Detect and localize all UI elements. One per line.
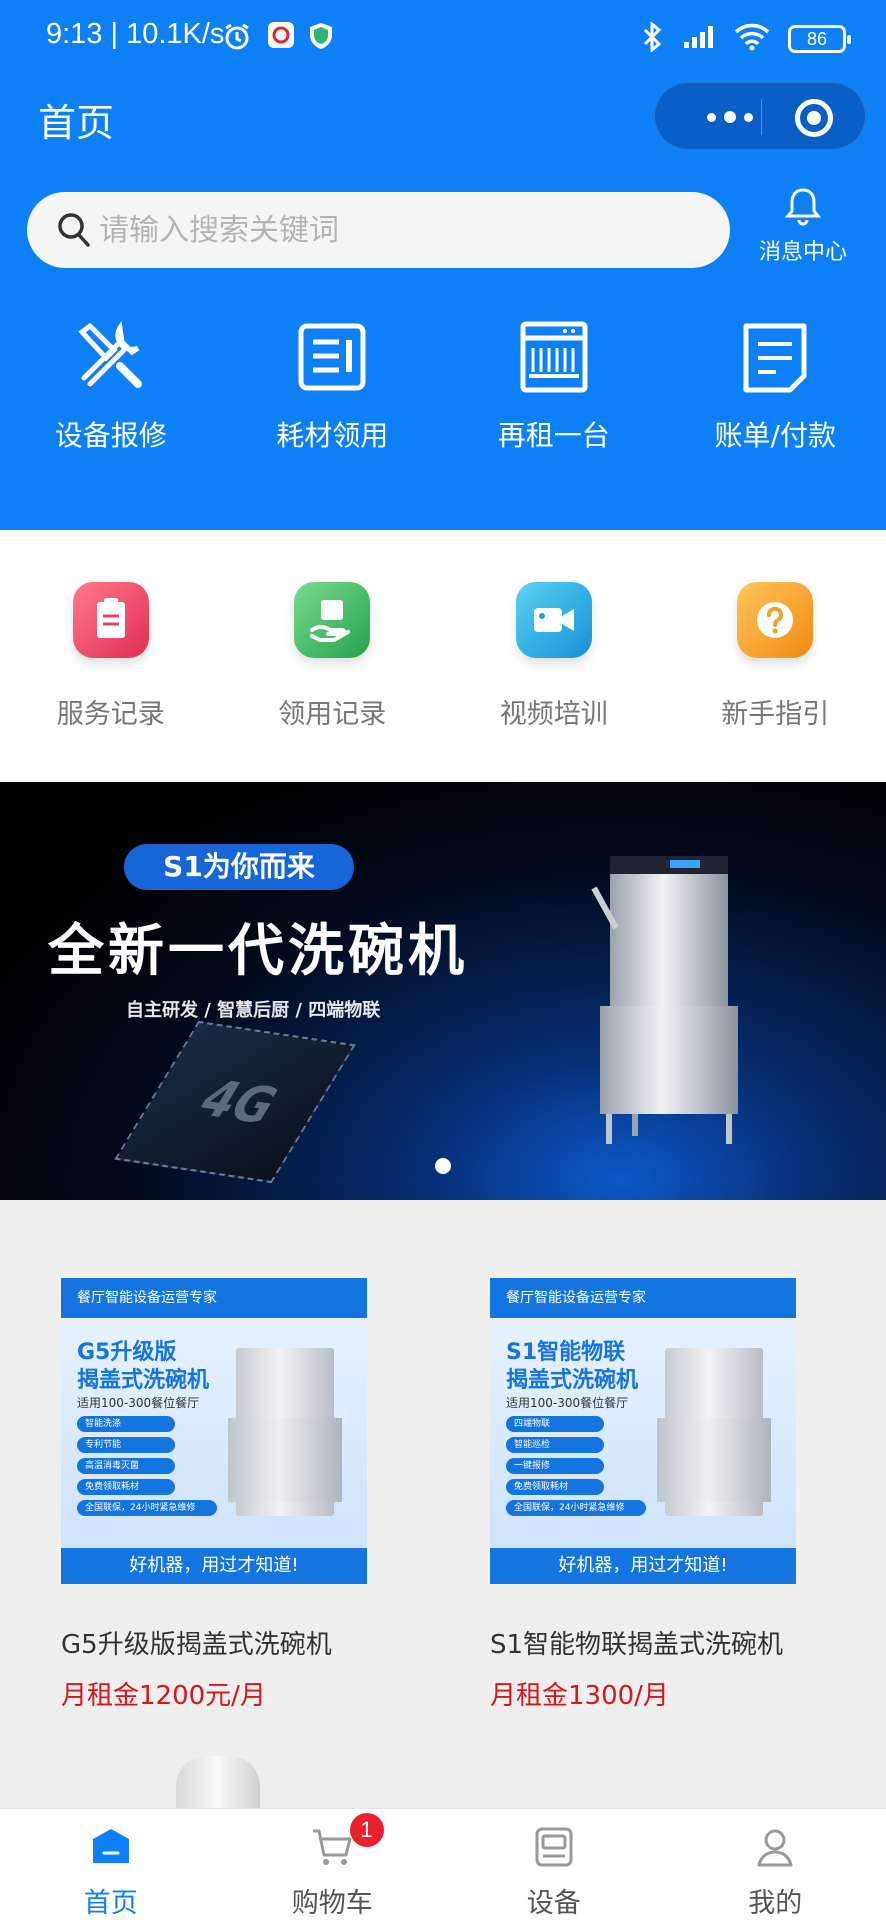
home-icon bbox=[89, 1829, 133, 1873]
tab-home[interactable]: 首页 bbox=[0, 1809, 222, 1920]
service-records[interactable]: 服务记录 bbox=[0, 530, 222, 782]
status-time: 9:13 | 10.1K/s bbox=[46, 18, 225, 50]
quick-actions: 设备报修 耗材领用 再租一台 账单/付款 bbox=[0, 318, 886, 454]
feature-tag: 一键报修 bbox=[506, 1458, 604, 1474]
banner-headline: 全新一代洗碗机 bbox=[48, 919, 468, 984]
capsule-divider bbox=[761, 99, 762, 135]
document-pen-icon bbox=[222, 318, 444, 396]
search-input[interactable] bbox=[99, 206, 699, 254]
chip-illustration: 4G bbox=[114, 1020, 356, 1184]
feature-tag: 全国联保，24小时紧急维修 bbox=[77, 1500, 217, 1516]
product-card[interactable]: 餐厅智能设备运营专家 S1智能物联 揭盖式洗碗机 适用100-300餐位餐厅 四… bbox=[490, 1278, 810, 1712]
miniprogram-capsule bbox=[654, 82, 866, 150]
image-suitable: 适用100-300餐位餐厅 bbox=[77, 1396, 200, 1410]
close-miniprogram-icon[interactable] bbox=[795, 99, 833, 137]
tab-label: 设备 bbox=[526, 1888, 581, 1919]
tab-label: 购物车 bbox=[291, 1888, 373, 1919]
product-image: 餐厅智能设备运营专家 S1智能物联 揭盖式洗碗机 适用100-300餐位餐厅 四… bbox=[490, 1278, 796, 1584]
hand-box-icon bbox=[294, 582, 371, 658]
feature-tag: 智能巡检 bbox=[506, 1437, 604, 1453]
video-camera-icon bbox=[515, 582, 592, 658]
cart-badge: 1 bbox=[349, 1813, 384, 1847]
action-label: 再租一台 bbox=[497, 419, 610, 452]
question-icon bbox=[737, 582, 814, 658]
feature-tag: 高温消毒灭菌 bbox=[77, 1458, 175, 1474]
feature-tag: 专利节能 bbox=[77, 1437, 175, 1453]
banner-pill: S1为你而来 bbox=[124, 844, 354, 890]
page-title: 首页 bbox=[38, 101, 115, 145]
wrench-screwdriver-icon bbox=[0, 318, 222, 396]
action-bill-payment[interactable]: 账单/付款 bbox=[665, 318, 886, 454]
alarm-icon bbox=[222, 22, 252, 56]
video-training[interactable]: 视频培训 bbox=[443, 530, 665, 782]
slogan-bar: 好机器，用过才知道! bbox=[61, 1548, 367, 1584]
message-center-label: 消息中心 bbox=[758, 240, 847, 265]
machine-illustration bbox=[228, 1348, 342, 1516]
service-label: 服务记录 bbox=[56, 699, 165, 730]
battery-indicator: 86 bbox=[788, 25, 851, 53]
tab-device[interactable]: 设备 bbox=[443, 1809, 665, 1920]
product-price: 月租金1300/月 bbox=[490, 1681, 669, 1711]
product-card[interactable]: 餐厅智能设备运营专家 G5升级版 揭盖式洗碗机 适用100-300餐位餐厅 智能… bbox=[61, 1278, 381, 1712]
bill-icon bbox=[665, 318, 886, 396]
clipboard-icon bbox=[72, 582, 149, 658]
feature-tag: 四端物联 bbox=[506, 1416, 604, 1432]
bluetooth-icon bbox=[642, 20, 664, 56]
product-name: G5升级版揭盖式洗碗机 bbox=[61, 1630, 332, 1660]
brand-bar: 餐厅智能设备运营专家 bbox=[61, 1278, 367, 1318]
status-bar: 9:13 | 10.1K/s 86 bbox=[0, 0, 886, 78]
banner-subline: 自主研发 / 智慧后厨 / 四端物联 bbox=[126, 1000, 381, 1021]
feature-tag: 全国联保，24小时紧急维修 bbox=[506, 1500, 646, 1516]
service-label: 视频培训 bbox=[499, 699, 608, 730]
product-image: 餐厅智能设备运营专家 G5升级版 揭盖式洗碗机 适用100-300餐位餐厅 智能… bbox=[61, 1278, 367, 1584]
slogan-bar: 好机器，用过才知道! bbox=[490, 1548, 796, 1584]
product-price: 月租金1200元/月 bbox=[61, 1681, 266, 1711]
action-label: 设备报修 bbox=[54, 419, 167, 452]
carousel-indicator[interactable] bbox=[435, 1158, 451, 1174]
action-label: 账单/付款 bbox=[714, 419, 836, 452]
tab-mine[interactable]: 我的 bbox=[665, 1809, 886, 1920]
feature-tag: 智能洗涤 bbox=[77, 1416, 175, 1432]
tab-label: 首页 bbox=[83, 1888, 138, 1919]
search-icon bbox=[57, 212, 91, 252]
promo-banner[interactable]: S1为你而来 全新一代洗碗机 自主研发 / 智慧后厨 / 四端物联 4G bbox=[0, 782, 886, 1200]
product-name: S1智能物联揭盖式洗碗机 bbox=[490, 1630, 784, 1660]
netease-music-icon bbox=[268, 22, 294, 52]
message-center-button[interactable]: 消息中心 bbox=[752, 186, 854, 266]
wifi-icon bbox=[734, 23, 770, 55]
beginner-guide[interactable]: 新手指引 bbox=[665, 530, 886, 782]
services-row: 服务记录 领用记录 视频培训 新手指引 bbox=[0, 530, 886, 782]
image-line2: 揭盖式洗碗机 bbox=[506, 1368, 639, 1393]
action-equipment-repair[interactable]: 设备报修 bbox=[0, 318, 222, 454]
dishwasher-icon bbox=[443, 318, 665, 396]
image-line2: 揭盖式洗碗机 bbox=[77, 1368, 210, 1393]
shield-icon bbox=[308, 22, 334, 54]
machine-illustration bbox=[657, 1348, 771, 1516]
collection-records[interactable]: 领用记录 bbox=[222, 530, 444, 782]
search-bar[interactable] bbox=[27, 192, 730, 268]
feature-tag: 免费领取耗材 bbox=[506, 1479, 604, 1495]
image-suitable: 适用100-300餐位餐厅 bbox=[506, 1396, 629, 1410]
dishwasher-image bbox=[591, 856, 738, 1144]
user-icon bbox=[753, 1829, 797, 1873]
cart-icon bbox=[310, 1829, 354, 1873]
action-rent-another[interactable]: 再租一台 bbox=[443, 318, 665, 454]
service-label: 新手指引 bbox=[721, 699, 830, 730]
action-label: 耗材领用 bbox=[276, 419, 389, 452]
brand-bar: 餐厅智能设备运营专家 bbox=[490, 1278, 796, 1318]
device-icon bbox=[532, 1827, 576, 1873]
service-label: 领用记录 bbox=[278, 699, 387, 730]
next-product-image-partial bbox=[176, 1756, 260, 1810]
tab-label: 我的 bbox=[748, 1888, 803, 1919]
bottom-tab-bar: 首页 1 购物车 设备 我的 bbox=[0, 1808, 886, 1920]
feature-tag: 免费领取耗材 bbox=[77, 1479, 175, 1495]
signal-icon bbox=[682, 24, 716, 54]
chip-text: 4G bbox=[187, 1069, 289, 1136]
bell-icon bbox=[784, 188, 822, 230]
action-consumables[interactable]: 耗材领用 bbox=[222, 318, 444, 454]
tab-cart[interactable]: 1 购物车 bbox=[222, 1809, 444, 1920]
